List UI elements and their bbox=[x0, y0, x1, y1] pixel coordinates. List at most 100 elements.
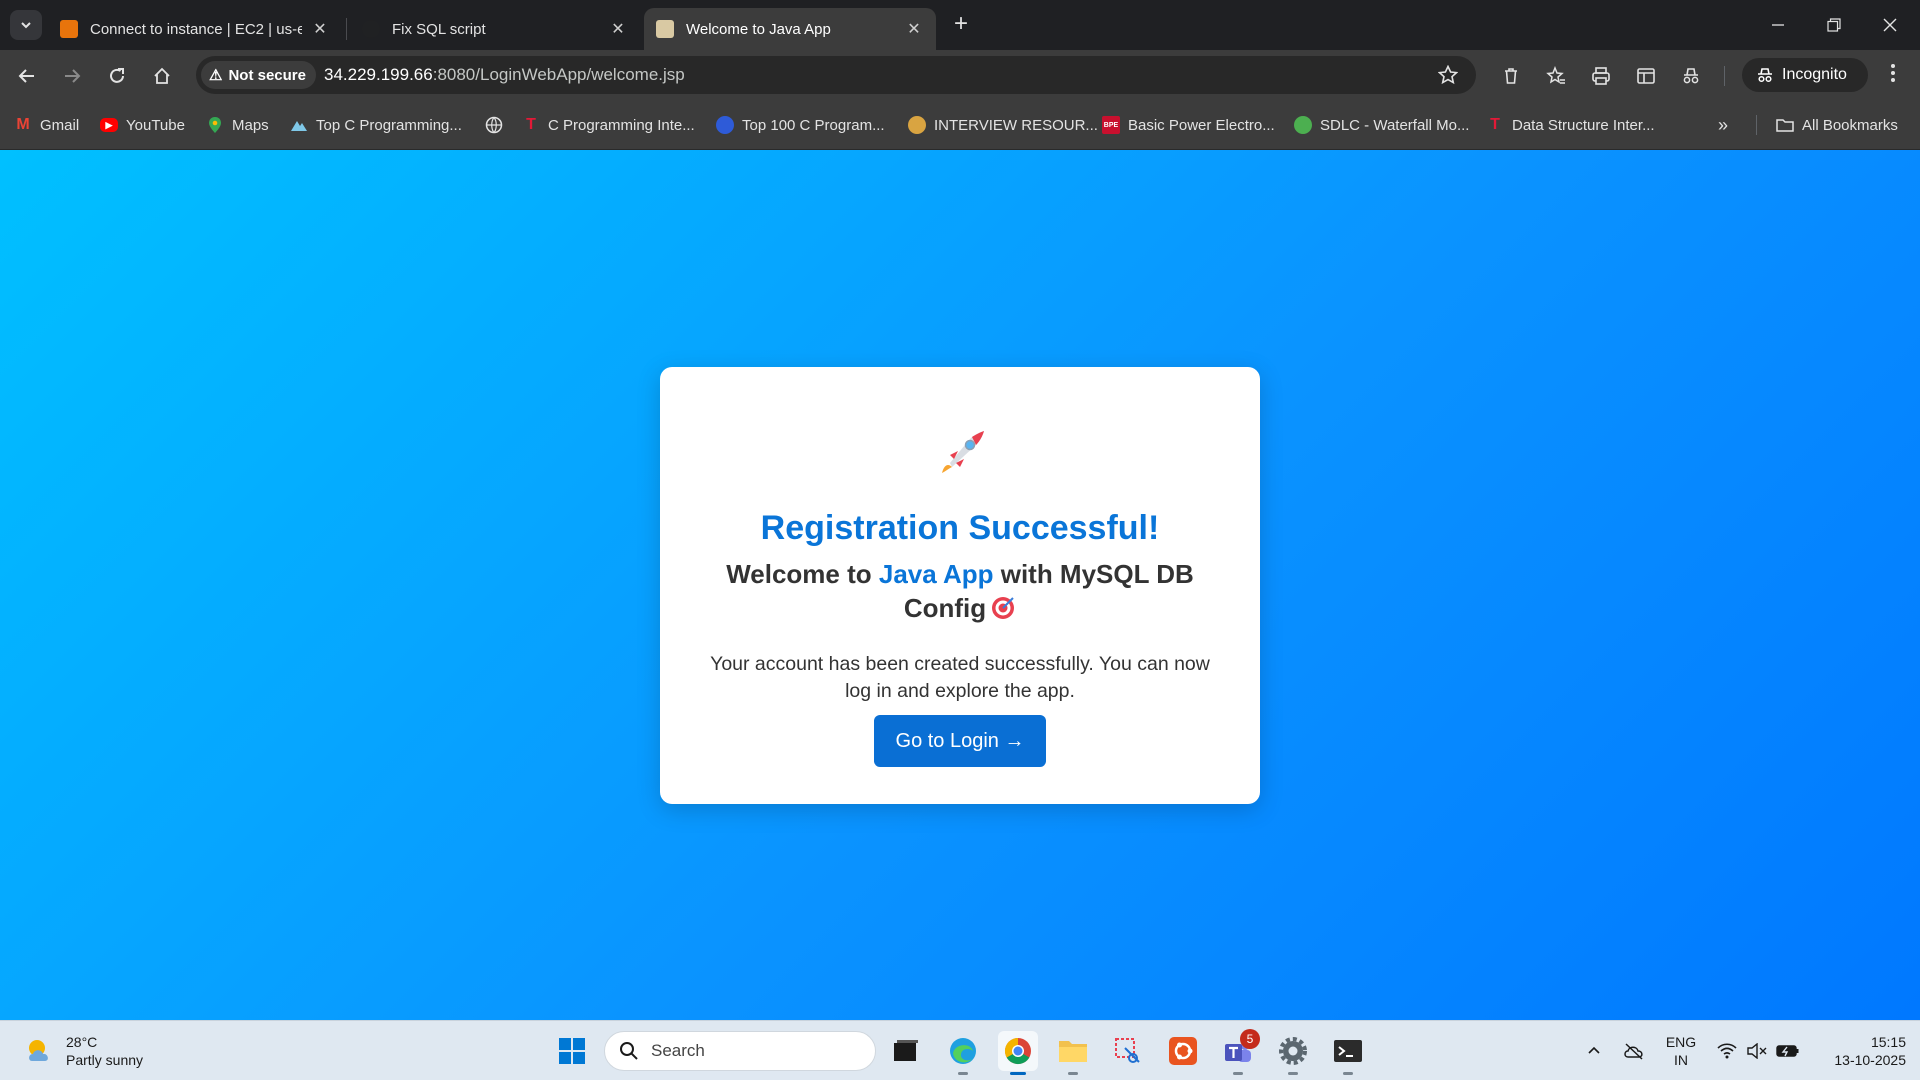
globe-icon bbox=[485, 116, 503, 134]
browser-menu-button[interactable] bbox=[1880, 62, 1906, 90]
url-host: 34.229.199.66 bbox=[324, 65, 433, 84]
tab-label: Welcome to Java App bbox=[686, 20, 831, 38]
weather-desc: Partly sunny bbox=[66, 1052, 144, 1068]
task-view-icon bbox=[894, 1040, 918, 1061]
favorites-extension-button[interactable] bbox=[1542, 62, 1570, 90]
bookmark-interview-resources[interactable]: INTERVIEW RESOUR... bbox=[908, 114, 1098, 136]
taskbar-terminal[interactable] bbox=[1328, 1031, 1368, 1075]
taskbar-search[interactable]: Search bbox=[604, 1031, 876, 1071]
volume-mute-icon bbox=[1747, 1043, 1767, 1059]
back-button[interactable] bbox=[10, 59, 44, 93]
browser-toolbar: ⚠ Not secure 34.229.199.66:8080/LoginWeb… bbox=[0, 50, 1920, 100]
close-window-button[interactable] bbox=[1862, 0, 1918, 50]
ubuntu-icon bbox=[1169, 1037, 1197, 1065]
bookmark-sdlc-waterfall[interactable]: SDLC - Waterfall Mo... bbox=[1294, 114, 1469, 136]
onedrive-status[interactable] bbox=[1620, 1033, 1648, 1069]
wifi-status[interactable] bbox=[1714, 1033, 1740, 1069]
task-view-button[interactable] bbox=[886, 1031, 926, 1071]
bookmark-top-100-c[interactable]: Top 100 C Program... bbox=[716, 114, 885, 136]
forward-button[interactable] bbox=[55, 59, 89, 93]
search-icon bbox=[620, 1042, 638, 1060]
all-bookmarks-button[interactable]: All Bookmarks bbox=[1776, 114, 1898, 136]
running-indicator bbox=[1343, 1072, 1353, 1075]
taskbar-teams[interactable]: 5 bbox=[1218, 1029, 1260, 1075]
side-panel-button[interactable] bbox=[1632, 62, 1660, 90]
print-button[interactable] bbox=[1587, 62, 1615, 90]
bookmark-gmail[interactable]: M Gmail bbox=[14, 114, 79, 136]
terminal-icon bbox=[1334, 1040, 1362, 1062]
reload-icon bbox=[110, 68, 124, 83]
bookmark-top-c-programming[interactable]: Top C Programming... bbox=[290, 114, 462, 136]
volume-status[interactable] bbox=[1744, 1033, 1770, 1069]
printer-icon bbox=[1592, 67, 1610, 85]
bookmark-label: Maps bbox=[232, 116, 269, 134]
bookmark-data-structure[interactable]: T Data Structure Inter... bbox=[1486, 114, 1654, 136]
arrow-left-icon bbox=[18, 69, 34, 83]
tab-search-button[interactable] bbox=[10, 10, 42, 40]
more-bookmarks-button[interactable]: » bbox=[1718, 114, 1728, 136]
taskbar-edge[interactable] bbox=[943, 1031, 983, 1075]
tab-fix-sql[interactable]: Fix SQL script ✕ bbox=[350, 8, 640, 50]
battery-status[interactable] bbox=[1774, 1033, 1802, 1069]
taskbar-file-explorer[interactable] bbox=[1053, 1031, 1093, 1075]
url-text[interactable]: 34.229.199.66:8080/LoginWebApp/welcome.j… bbox=[324, 56, 685, 94]
bookmark-globe[interactable] bbox=[485, 114, 511, 136]
arrow-right-icon bbox=[65, 69, 81, 83]
reload-button[interactable] bbox=[100, 59, 134, 93]
security-label: Not secure bbox=[228, 66, 306, 84]
bookmark-c-programming-interview[interactable]: T C Programming Inte... bbox=[522, 114, 695, 136]
close-tab-icon[interactable]: ✕ bbox=[310, 19, 330, 39]
incognito-icon bbox=[1758, 68, 1772, 83]
input-language-indicator[interactable]: ENG IN bbox=[1662, 1033, 1700, 1069]
success-card: Registration Successful! Welcome to Java… bbox=[660, 367, 1260, 804]
cloud-off-icon bbox=[1624, 1043, 1643, 1060]
chrome-icon bbox=[1004, 1037, 1031, 1065]
address-bar[interactable]: ⚠ Not secure 34.229.199.66:8080/LoginWeb… bbox=[196, 56, 1476, 94]
bookmark-label: Gmail bbox=[40, 116, 80, 134]
running-indicator bbox=[1288, 1072, 1298, 1075]
browser-titlebar: Connect to instance | EC2 | us-e ✕ Fix S… bbox=[0, 0, 1920, 50]
blue-logo-icon bbox=[716, 116, 734, 134]
incognito-extension-button[interactable] bbox=[1677, 62, 1705, 90]
tab-welcome-java-app[interactable]: Welcome to Java App ✕ bbox=[644, 8, 936, 50]
tesla-icon: T bbox=[1490, 116, 1500, 133]
bookmark-label: YouTube bbox=[126, 116, 185, 134]
close-tab-icon[interactable]: ✕ bbox=[608, 19, 628, 39]
restore-button[interactable] bbox=[1806, 0, 1862, 50]
home-icon bbox=[154, 67, 170, 84]
bookmark-youtube[interactable]: ▶ YouTube bbox=[100, 114, 185, 136]
bookmark-star-button[interactable] bbox=[1436, 63, 1460, 87]
minimize-button[interactable] bbox=[1750, 0, 1806, 50]
aws-icon bbox=[60, 20, 78, 38]
tab-ec2[interactable]: Connect to instance | EC2 | us-e ✕ bbox=[48, 8, 342, 50]
spy-icon bbox=[1683, 68, 1699, 84]
bookmark-label: SDLC - Waterfall Mo... bbox=[1320, 116, 1470, 134]
taskbar-snipping-tool[interactable] bbox=[1108, 1031, 1148, 1071]
close-tab-icon[interactable]: ✕ bbox=[904, 19, 924, 39]
incognito-profile-button[interactable]: Incognito bbox=[1742, 58, 1868, 92]
edge-icon bbox=[950, 1038, 976, 1064]
weather-widget[interactable]: 28°C Partly sunny bbox=[24, 1031, 143, 1071]
profile-label: Incognito bbox=[1782, 66, 1847, 83]
bookmark-label: C Programming Inte... bbox=[548, 116, 695, 134]
home-button[interactable] bbox=[145, 59, 179, 93]
star-list-icon bbox=[1546, 66, 1565, 84]
start-button[interactable] bbox=[552, 1031, 592, 1071]
show-hidden-icons-button[interactable] bbox=[1582, 1033, 1606, 1069]
taskbar-ubuntu[interactable] bbox=[1163, 1031, 1203, 1071]
system-clock[interactable]: 15:15 13-10-2025 bbox=[1806, 1033, 1906, 1069]
site-info-chip[interactable]: ⚠ Not secure bbox=[201, 61, 316, 89]
chatgpt-icon bbox=[362, 20, 380, 38]
go-to-login-button[interactable]: Go to Login → bbox=[874, 715, 1046, 767]
bookmark-power-electronics[interactable]: BPE Basic Power Electro... bbox=[1102, 114, 1275, 136]
target-icon bbox=[992, 597, 1015, 619]
bookmark-label: Basic Power Electro... bbox=[1128, 116, 1275, 134]
taskbar-settings[interactable] bbox=[1273, 1031, 1313, 1075]
new-tab-button[interactable]: + bbox=[948, 12, 974, 38]
delete-extension-button[interactable] bbox=[1497, 62, 1525, 90]
taskbar-chrome[interactable] bbox=[998, 1031, 1038, 1075]
running-indicator bbox=[1068, 1072, 1078, 1075]
search-placeholder: Search bbox=[651, 1041, 705, 1060]
partly-sunny-icon bbox=[29, 1040, 48, 1061]
bookmark-maps[interactable]: Maps bbox=[206, 114, 269, 136]
